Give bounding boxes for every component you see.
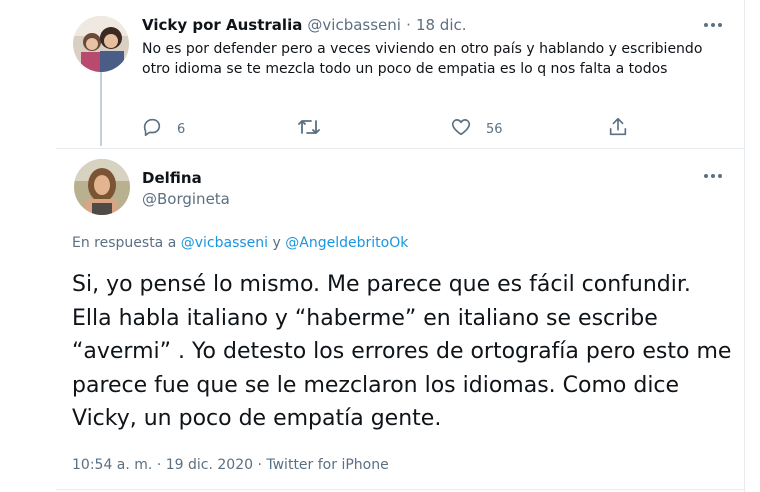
share-button[interactable] xyxy=(607,116,629,142)
more-icon[interactable] xyxy=(704,20,726,30)
separator: · xyxy=(257,457,262,473)
in-reply-label: En respuesta a xyxy=(72,235,177,251)
in-reply-conjunction: y xyxy=(272,235,281,251)
tweet-date[interactable]: 18 dic. xyxy=(416,16,467,34)
author-handle[interactable]: @Borgineta xyxy=(142,190,230,208)
author-name[interactable]: Delfina xyxy=(142,169,202,187)
tweet-date[interactable]: 19 dic. 2020 xyxy=(166,457,253,473)
tweet-text: No es por defender pero a veces viviendo… xyxy=(142,41,703,77)
reply-button[interactable]: 6 xyxy=(141,116,185,142)
mention-link[interactable]: @vicbasseni xyxy=(181,235,268,251)
separator: · xyxy=(156,457,162,473)
tweet-time[interactable]: 10:54 a. m. xyxy=(72,457,152,473)
like-count: 56 xyxy=(486,121,503,137)
like-icon xyxy=(450,116,472,142)
tweet-meta: 10:54 a. m. · 19 dic. 2020 · Twitter for… xyxy=(72,457,389,473)
more-icon[interactable] xyxy=(704,171,726,181)
tweet-text: Si, yo pensé lo mismo. Me parece que es … xyxy=(72,272,732,431)
avatar-vicky[interactable] xyxy=(73,16,129,72)
divider xyxy=(56,148,744,149)
thread-line xyxy=(100,72,102,146)
tweet-source[interactable]: Twitter for iPhone xyxy=(266,457,388,473)
in-reply-to: En respuesta a @vicbasseni y @Angeldebri… xyxy=(72,235,408,251)
separator: · xyxy=(406,16,411,34)
author-handle[interactable]: @vicbasseni xyxy=(307,16,401,34)
reply-count: 6 xyxy=(177,121,186,137)
reply-icon xyxy=(141,116,163,142)
avatar-delfina[interactable] xyxy=(74,159,130,215)
like-button[interactable]: 56 xyxy=(450,116,503,142)
page-border xyxy=(744,0,745,492)
retweet-icon xyxy=(297,116,321,142)
author-name[interactable]: Vicky por Australia xyxy=(142,16,302,34)
share-icon xyxy=(607,116,629,142)
mention-link[interactable]: @AngeldebritoOk xyxy=(285,235,408,251)
divider xyxy=(56,489,744,490)
retweet-button[interactable] xyxy=(297,116,321,142)
